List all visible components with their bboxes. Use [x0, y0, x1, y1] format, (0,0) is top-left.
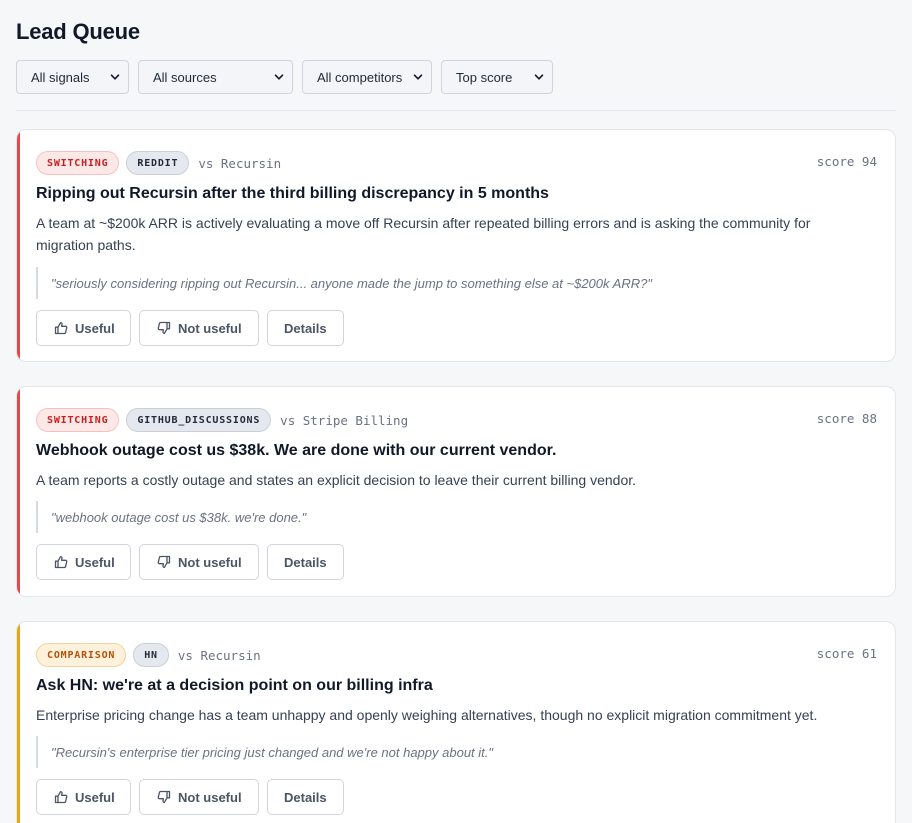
- thumbs-down-icon: [157, 790, 171, 804]
- competitor-label: vs Recursin: [198, 155, 282, 171]
- lead-summary: A team at ~$200k ARR is actively evaluat…: [36, 215, 811, 253]
- competitor-label: vs Stripe Billing: [280, 412, 409, 428]
- divider: [16, 110, 896, 111]
- useful-button-label: Useful: [75, 320, 115, 336]
- competitor-filter-value: All competitors: [317, 69, 403, 85]
- signal-stripe: [17, 387, 20, 596]
- useful-button[interactable]: Useful: [36, 544, 131, 580]
- useful-button-label: Useful: [75, 789, 115, 805]
- lead-summary: Enterprise pricing change has a team unh…: [36, 707, 818, 723]
- source-badge: GITHUB_DISCUSSIONS: [126, 408, 272, 432]
- useful-button[interactable]: Useful: [36, 310, 131, 346]
- signal-stripe: [17, 622, 20, 823]
- competitor-label: vs Recursin: [177, 647, 261, 663]
- lead-title: Ask HN: we're at a decision point on our…: [36, 677, 433, 694]
- page-title: Lead Queue: [16, 19, 140, 44]
- signal-filter-value: All signals: [31, 69, 90, 85]
- not-useful-button-label: Not useful: [178, 554, 242, 570]
- chevron-down-icon: [413, 74, 423, 80]
- lead-quote: "webhook outage cost us $38k. we're done…: [36, 501, 856, 533]
- lead-score: score 88: [816, 411, 877, 426]
- not-useful-button[interactable]: Not useful: [139, 310, 259, 346]
- thumbs-down-icon: [157, 321, 171, 335]
- lead-meta: COMPARISON HN vs Recursin: [36, 643, 261, 667]
- sort-filter-value: Top score: [456, 69, 513, 85]
- details-button[interactable]: Details: [267, 779, 344, 815]
- signal-badge: COMPARISON: [36, 643, 127, 667]
- not-useful-button[interactable]: Not useful: [139, 779, 259, 815]
- source-badge: REDDIT: [126, 151, 190, 175]
- source-badge: HN: [133, 643, 169, 667]
- signal-filter[interactable]: All signals: [16, 60, 129, 94]
- lead-quote: "Recursin's enterprise tier pricing just…: [36, 736, 856, 768]
- lead-quote: "seriously considering ripping out Recur…: [36, 267, 856, 299]
- thumbs-up-icon: [54, 790, 68, 804]
- thumbs-up-icon: [54, 321, 68, 335]
- useful-button-label: Useful: [75, 554, 115, 570]
- chevron-down-icon: [534, 74, 544, 80]
- useful-button[interactable]: Useful: [36, 779, 131, 815]
- filter-bar: All signals All sources All competitors …: [16, 60, 562, 94]
- source-filter[interactable]: All sources: [138, 60, 293, 94]
- signal-badge: SWITCHING: [36, 151, 120, 175]
- chevron-down-icon: [274, 74, 284, 80]
- lead-summary: A team reports a costly outage and state…: [36, 472, 637, 488]
- signal-badge: SWITCHING: [36, 408, 120, 432]
- source-filter-value: All sources: [153, 69, 217, 85]
- lead-actions: Useful Not useful Details: [36, 310, 352, 346]
- lead-meta: SWITCHING REDDIT vs Recursin: [36, 151, 281, 175]
- sort-filter[interactable]: Top score: [441, 60, 553, 94]
- competitor-filter[interactable]: All competitors: [302, 60, 432, 94]
- details-button[interactable]: Details: [267, 310, 344, 346]
- lead-card: SWITCHING GITHUB_DISCUSSIONS vs Stripe B…: [16, 386, 896, 597]
- lead-card: COMPARISON HN vs Recursin score 61 Ask H…: [16, 621, 896, 823]
- lead-score: score 94: [816, 154, 877, 169]
- signal-stripe: [17, 130, 20, 361]
- thumbs-up-icon: [54, 555, 68, 569]
- not-useful-button-label: Not useful: [178, 789, 242, 805]
- lead-score: score 61: [816, 646, 877, 661]
- lead-actions: Useful Not useful Details: [36, 779, 352, 815]
- thumbs-down-icon: [157, 555, 171, 569]
- lead-actions: Useful Not useful Details: [36, 544, 352, 580]
- not-useful-button[interactable]: Not useful: [139, 544, 259, 580]
- details-button[interactable]: Details: [267, 544, 344, 580]
- lead-title: Webhook outage cost us $38k. We are done…: [36, 442, 557, 459]
- lead-title: Ripping out Recursin after the third bil…: [36, 185, 549, 202]
- lead-meta: SWITCHING GITHUB_DISCUSSIONS vs Stripe B…: [36, 408, 408, 432]
- chevron-down-icon: [110, 74, 120, 80]
- not-useful-button-label: Not useful: [178, 320, 242, 336]
- lead-card: SWITCHING REDDIT vs Recursin score 94 Ri…: [16, 129, 896, 362]
